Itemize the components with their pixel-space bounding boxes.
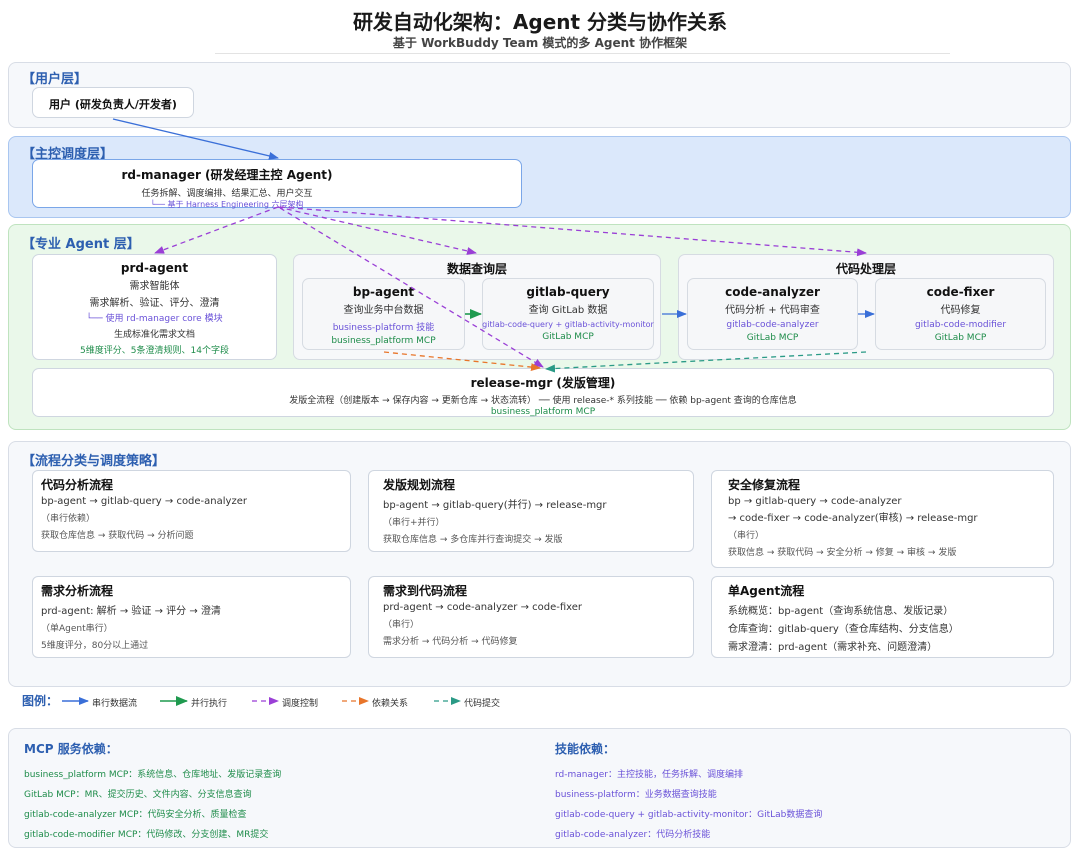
bp-agent-name: bp-agent [352, 285, 415, 299]
flow-card-line: 仓库查询：gitlab-query（查仓库结构、分支信息） [728, 624, 959, 635]
release-mgr-mcp: business_platform MCP [490, 407, 596, 417]
flow-card-line: bp-agent → gitlab-query → code-analyzer [41, 496, 247, 507]
skill-dep-item: business-platform：业务数据查询技能 [555, 790, 717, 800]
legend-control-label: 调度控制 [282, 699, 319, 709]
bp-agent-box[interactable]: bp-agent 查询业务中台数据 business-platform 技能 b… [302, 278, 465, 350]
flow-card-line: 需求澄清：prd-agent（需求补充、问题澄清） [728, 642, 938, 653]
bp-agent-desc: 查询业务中台数据 [343, 305, 424, 316]
flow-card-mode: （串行依赖） [41, 514, 96, 524]
title-divider [215, 53, 950, 54]
flow-card-code-analysis[interactable]: 代码分析流程 bp-agent → gitlab-query → code-an… [32, 470, 351, 552]
flow-card-title: 安全修复流程 [728, 478, 801, 492]
code-analyzer-box[interactable]: code-analyzer 代码分析 + 代码审查 gitlab-code-an… [687, 278, 858, 350]
flow-card-title: 需求分析流程 [41, 584, 114, 598]
rd-manager-name: rd-manager (研发经理主控 Agent) [121, 168, 333, 182]
flow-card-single-agent[interactable]: 单Agent流程 系统概览：bp-agent（查询系统信息、发版记录） 仓库查询… [711, 576, 1054, 658]
flow-card-summary: 获取信息 → 获取代码 → 安全分析 → 修复 → 审核 → 发版 [728, 548, 957, 558]
rd-manager-desc: 任务拆解、调度编排、结果汇总、用户交互 [141, 189, 313, 199]
prd-agent-line1: 需求智能体 [129, 281, 180, 292]
flow-card-title: 需求到代码流程 [383, 584, 468, 598]
flow-card-summary: 获取仓库信息 → 获取代码 → 分析问题 [41, 531, 194, 541]
flow-card-line: → code-fixer → code-analyzer(审核) → relea… [728, 513, 978, 524]
code-analyzer-skill: gitlab-code-analyzer [726, 320, 819, 330]
code-processing-group-title: 代码处理层 [835, 262, 896, 276]
code-fixer-desc: 代码修复 [940, 305, 981, 316]
flow-card-line: bp-agent → gitlab-query(并行) → release-mg… [383, 500, 607, 511]
mcp-deps-title: MCP 服务依赖： [24, 742, 118, 756]
code-analyzer-desc: 代码分析 + 代码审查 [725, 305, 820, 316]
mcp-dep-item: business_platform MCP：系统信息、仓库地址、发版记录查询 [24, 770, 282, 780]
prd-agent-line2: 需求解析、验证、评分、澄清 [89, 298, 220, 309]
flow-card-title: 发版规划流程 [383, 478, 456, 492]
page-title: 研发自动化架构：Agent 分类与协作关系 [352, 10, 728, 34]
code-fixer-box[interactable]: code-fixer 代码修复 gitlab-code-modifier Git… [875, 278, 1046, 350]
code-analyzer-name: code-analyzer [725, 285, 820, 299]
gitlab-query-name: gitlab-query [526, 285, 610, 299]
data-query-group-title: 数据查询层 [446, 262, 507, 276]
skill-dep-item: gitlab-code-query + gitlab-activity-moni… [555, 810, 823, 820]
user-box-label: 用户 (研发负责人/开发者) [49, 98, 177, 111]
prd-agent-line5: 5维度评分、5条澄清规则、14个字段 [80, 346, 229, 356]
prd-agent-line4: 生成标准化需求文档 [113, 330, 195, 340]
page-subtitle: 基于 WorkBuddy Team 模式的多 Agent 协作框架 [392, 36, 688, 50]
rd-manager-note: └── 基于 Harness Engineering 六层架构 [150, 200, 304, 209]
release-mgr-name: release-mgr (发版管理) [470, 376, 616, 390]
legend-parallel-label: 并行执行 [191, 699, 228, 709]
prd-agent-box[interactable]: prd-agent 需求智能体 需求解析、验证、评分、澄清 └── 使用 rd-… [32, 254, 277, 360]
code-fixer-name: code-fixer [926, 285, 995, 299]
flow-card-summary: 5维度评分，80分以上通过 [41, 641, 149, 651]
legend-commit-label: 代码提交 [464, 699, 501, 709]
prd-agent-name: prd-agent [120, 261, 189, 275]
release-mgr-desc: 发版全流程（创建版本 → 保存内容 → 更新仓库 → 状态流转） ── 使用 r… [289, 396, 797, 406]
flow-card-summary: 获取仓库信息 → 多仓库并行查询提交 → 发版 [383, 535, 563, 545]
legend-serial-label: 串行数据流 [92, 699, 138, 709]
flow-card-summary: 需求分析 → 代码分析 → 代码修复 [383, 637, 518, 647]
gitlab-query-mcp: GitLab MCP [542, 332, 594, 342]
flow-card-requirement-to-code[interactable]: 需求到代码流程 prd-agent → code-analyzer → code… [368, 576, 694, 658]
gitlab-query-desc: 查询 GitLab 数据 [528, 305, 608, 316]
flow-card-mode: （串行） [728, 531, 765, 541]
mcp-dep-item: gitlab-code-analyzer MCP：代码安全分析、质量检查 [24, 810, 247, 820]
flow-card-mode: （串行） [383, 620, 420, 630]
mcp-dep-item: gitlab-code-modifier MCP：代码修改、分支创建、MR提交 [24, 830, 269, 840]
flow-card-title: 单Agent流程 [728, 584, 805, 598]
flow-card-release-planning[interactable]: 发版规划流程 bp-agent → gitlab-query(并行) → rel… [368, 470, 694, 552]
user-layer-title: 【用户层】 [22, 72, 88, 87]
release-mgr-box[interactable]: release-mgr (发版管理) 发版全流程（创建版本 → 保存内容 → 更… [32, 368, 1054, 417]
bp-agent-skill: business-platform 技能 [332, 323, 435, 333]
gitlab-query-skill: gitlab-code-query + gitlab-activity-moni… [482, 320, 654, 329]
flow-card-title: 代码分析流程 [41, 478, 114, 492]
code-analyzer-mcp: GitLab MCP [746, 333, 799, 343]
rd-manager-box[interactable]: rd-manager (研发经理主控 Agent) 任务拆解、调度编排、结果汇总… [32, 159, 522, 209]
legend-title: 图例： [22, 694, 59, 708]
agent-layer-title: 【专业 Agent 层】 [22, 237, 140, 252]
flow-layer-title: 【流程分类与调度策略】 [22, 454, 166, 469]
code-fixer-skill: gitlab-code-modifier [914, 320, 1007, 330]
flow-card-line: prd-agent: 解析 → 验证 → 评分 → 澄清 [41, 606, 221, 617]
mcp-dep-item: GitLab MCP：MR、提交历史、文件内容、分支信息查询 [24, 790, 252, 800]
skill-deps-title: 技能依赖： [555, 742, 616, 756]
flow-card-mode: （单Agent串行） [41, 624, 113, 634]
bp-agent-mcp: business_platform MCP [331, 336, 436, 346]
flow-card-line: prd-agent → code-analyzer → code-fixer [383, 602, 583, 613]
user-box[interactable]: 用户 (研发负责人/开发者) [32, 87, 194, 118]
flow-card-line: 系统概览：bp-agent（查询系统信息、发版记录） [728, 606, 954, 617]
flow-card-requirement-analysis[interactable]: 需求分析流程 prd-agent: 解析 → 验证 → 评分 → 澄清 （单Ag… [32, 576, 351, 658]
flow-card-security-fix[interactable]: 安全修复流程 bp → gitlab-query → code-analyzer… [711, 470, 1054, 568]
prd-agent-line3: └── 使用 rd-manager core 模块 [86, 314, 223, 324]
flow-card-mode: （串行+并行） [383, 518, 445, 528]
legend-dependency-label: 依赖关系 [372, 699, 409, 709]
gitlab-query-box[interactable]: gitlab-query 查询 GitLab 数据 gitlab-code-qu… [482, 278, 654, 350]
code-fixer-mcp: GitLab MCP [934, 333, 987, 343]
skill-dep-item: rd-manager：主控技能，任务拆解、调度编排 [555, 770, 743, 780]
flow-card-line: bp → gitlab-query → code-analyzer [728, 496, 902, 507]
skill-dep-item: gitlab-code-analyzer：代码分析技能 [555, 830, 711, 840]
